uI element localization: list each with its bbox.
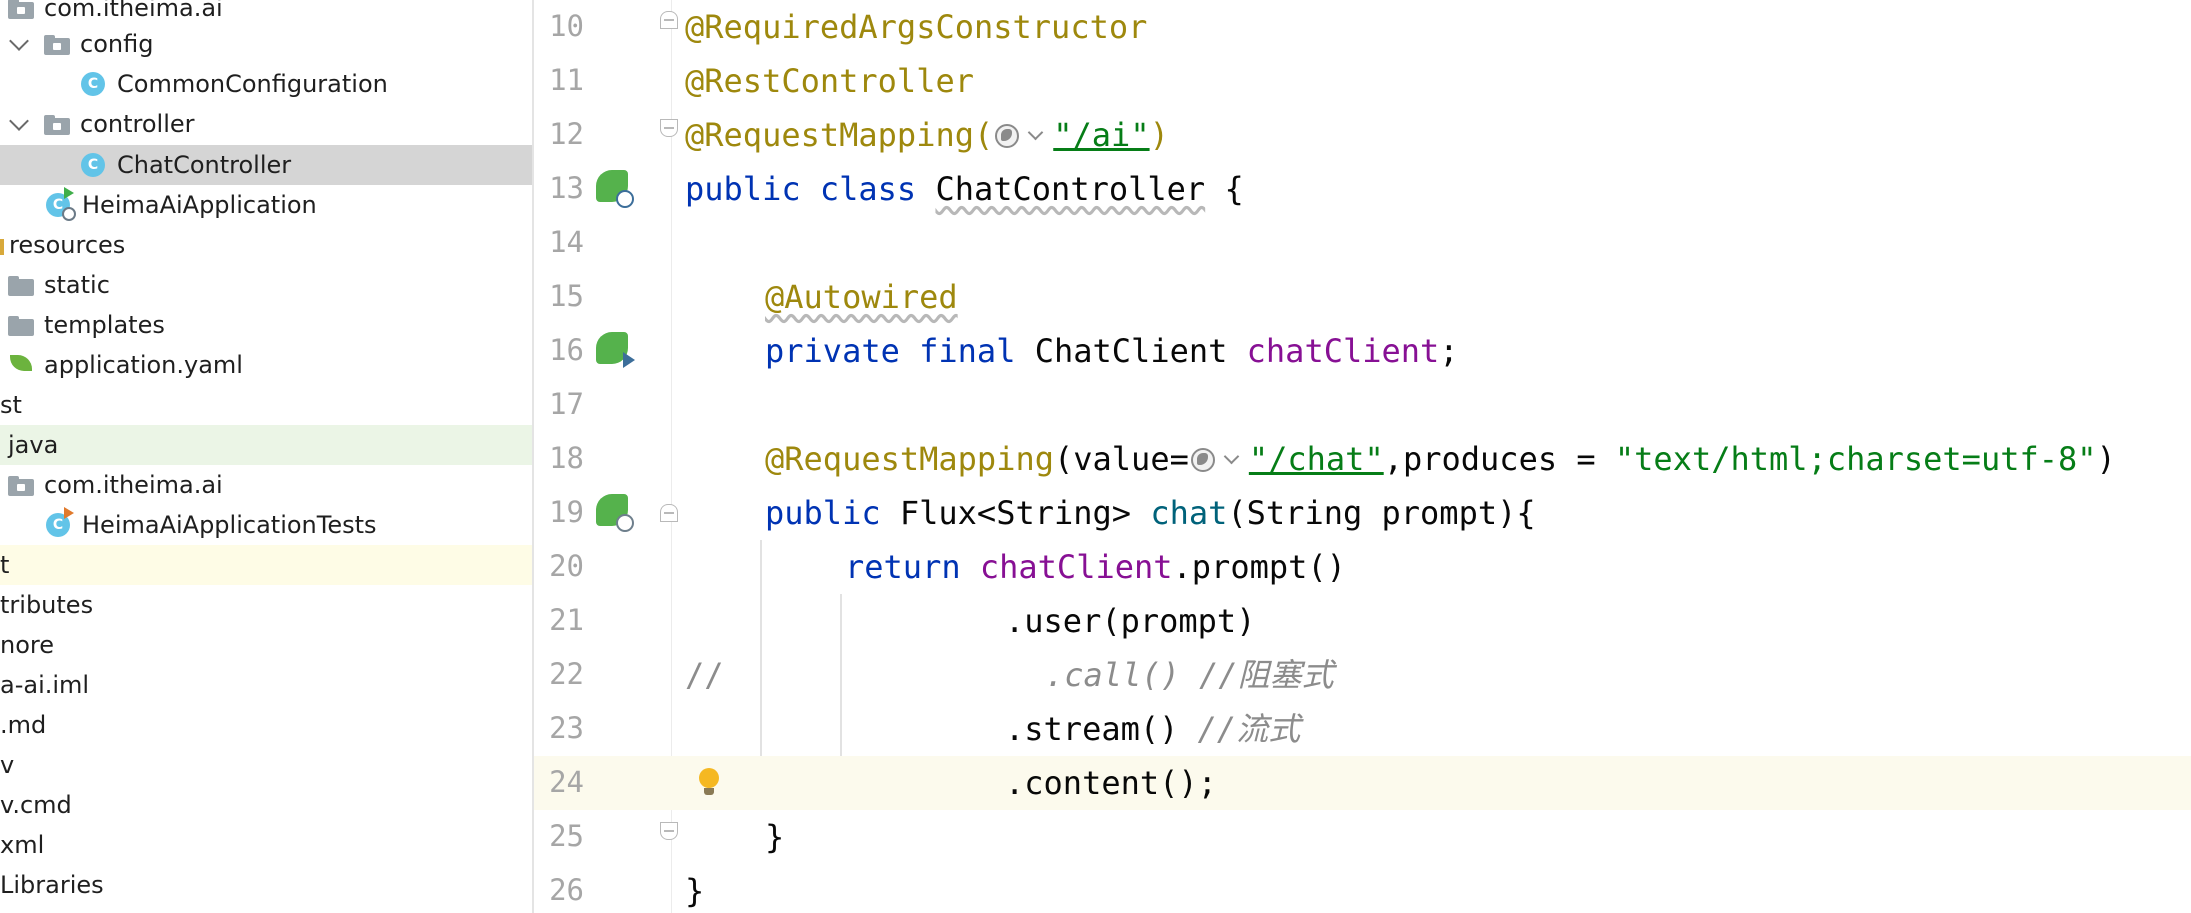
tree-item-help-md[interactable]: .md: [0, 705, 532, 745]
code-line-23[interactable]: 23 .stream() //流式: [534, 702, 2191, 756]
tree-item-external-libraries[interactable]: Libraries: [0, 865, 532, 905]
package-icon: [8, 476, 34, 496]
class-icon: C: [81, 72, 105, 96]
spring-boot-class-icon: C: [46, 187, 76, 221]
code-line-25[interactable]: 25 }: [534, 810, 2191, 864]
tree-item-controller[interactable]: controller: [0, 104, 532, 144]
code-line-13[interactable]: 13 public class ChatController {: [534, 162, 2191, 216]
code-line-20[interactable]: 20 return chatClient.prompt(): [534, 540, 2191, 594]
resources-folder-icon: [0, 239, 4, 255]
code-line-10[interactable]: 10 @RequiredArgsConstructor: [534, 0, 2191, 54]
tree-item-test[interactable]: st: [0, 385, 532, 425]
code-editor[interactable]: 10 @RequiredArgsConstructor 11 @RestCont…: [534, 0, 2191, 913]
fold-marker[interactable]: [660, 504, 678, 522]
tree-item-heimaaiapplication[interactable]: C HeimaAiApplication: [0, 185, 532, 225]
spring-config-icon: [10, 355, 32, 371]
folder-icon: [44, 115, 70, 135]
autowired-navigate-icon[interactable]: [596, 332, 635, 368]
tree-item-iml[interactable]: a-ai.iml: [0, 665, 532, 705]
tree-item-pom-xml[interactable]: xml: [0, 825, 532, 865]
code-line-17[interactable]: 17: [534, 378, 2191, 432]
chevron-down-icon[interactable]: [9, 31, 29, 51]
tree-item-test-java[interactable]: java: [0, 425, 532, 465]
request-mapping-endpoint-icon[interactable]: [596, 494, 634, 532]
globe-endpoint-icon[interactable]: [993, 122, 1051, 152]
code-line-19[interactable]: 19 public Flux<String> chat(String promp…: [534, 486, 2191, 540]
tree-item-resources[interactable]: resources: [0, 225, 532, 265]
tree-item-mvnw-cmd[interactable]: v.cmd: [0, 785, 532, 825]
tree-item-test-package[interactable]: com.itheima.ai: [0, 465, 532, 505]
tree-item-chatcontroller[interactable]: C ChatController: [0, 145, 532, 185]
folder-icon: [44, 35, 70, 55]
tree-item-commonconfiguration[interactable]: C CommonConfiguration: [0, 64, 532, 104]
tree-item-gitattributes[interactable]: tributes: [0, 585, 532, 625]
fold-marker[interactable]: [660, 822, 678, 840]
folder-icon: [8, 276, 34, 296]
fold-marker[interactable]: [660, 119, 678, 137]
code-line-22[interactable]: 22 // .call() //阻塞式: [534, 648, 2191, 702]
tree-item-mvnw[interactable]: v: [0, 745, 532, 785]
tree-item-target[interactable]: t: [0, 545, 532, 585]
code-line-11[interactable]: 11 @RestController: [534, 54, 2191, 108]
project-tree[interactable]: com.itheima.ai config C CommonConfigurat…: [0, 0, 534, 913]
tree-item-application-yaml[interactable]: application.yaml: [0, 345, 532, 385]
class-icon: C: [81, 153, 105, 177]
code-line-21[interactable]: 21 .user(prompt): [534, 594, 2191, 648]
code-line-15[interactable]: 15 @Autowired: [534, 270, 2191, 324]
tree-item-heimaaiapplicationtests[interactable]: C HeimaAiApplicationTests: [0, 505, 532, 545]
fold-marker[interactable]: [660, 11, 678, 29]
test-class-icon: C: [46, 507, 74, 537]
ide-window: com.itheima.ai config C CommonConfigurat…: [0, 0, 2191, 913]
code-line-12[interactable]: 12 @RequestMapping("/ai"): [534, 108, 2191, 162]
tree-item-static[interactable]: static: [0, 265, 532, 305]
globe-endpoint-icon[interactable]: [1189, 446, 1247, 476]
code-line-18[interactable]: 18 @RequestMapping(value= "/chat",produce…: [534, 432, 2191, 486]
code-line-14[interactable]: 14: [534, 216, 2191, 270]
chevron-down-icon[interactable]: [9, 111, 29, 131]
lightbulb-icon[interactable]: [698, 768, 720, 798]
folder-icon: [8, 316, 34, 336]
tree-item-gitignore[interactable]: nore: [0, 625, 532, 665]
code-line-26[interactable]: 26 }: [534, 864, 2191, 913]
tree-item-config[interactable]: config: [0, 24, 532, 64]
package-icon: [8, 0, 34, 19]
code-line-24[interactable]: 24 .content();: [534, 756, 2191, 810]
spring-bean-icon[interactable]: [596, 170, 634, 208]
code-line-16[interactable]: 16 private final ChatClient chatClient;: [534, 324, 2191, 378]
tree-item-templates[interactable]: templates: [0, 305, 532, 345]
